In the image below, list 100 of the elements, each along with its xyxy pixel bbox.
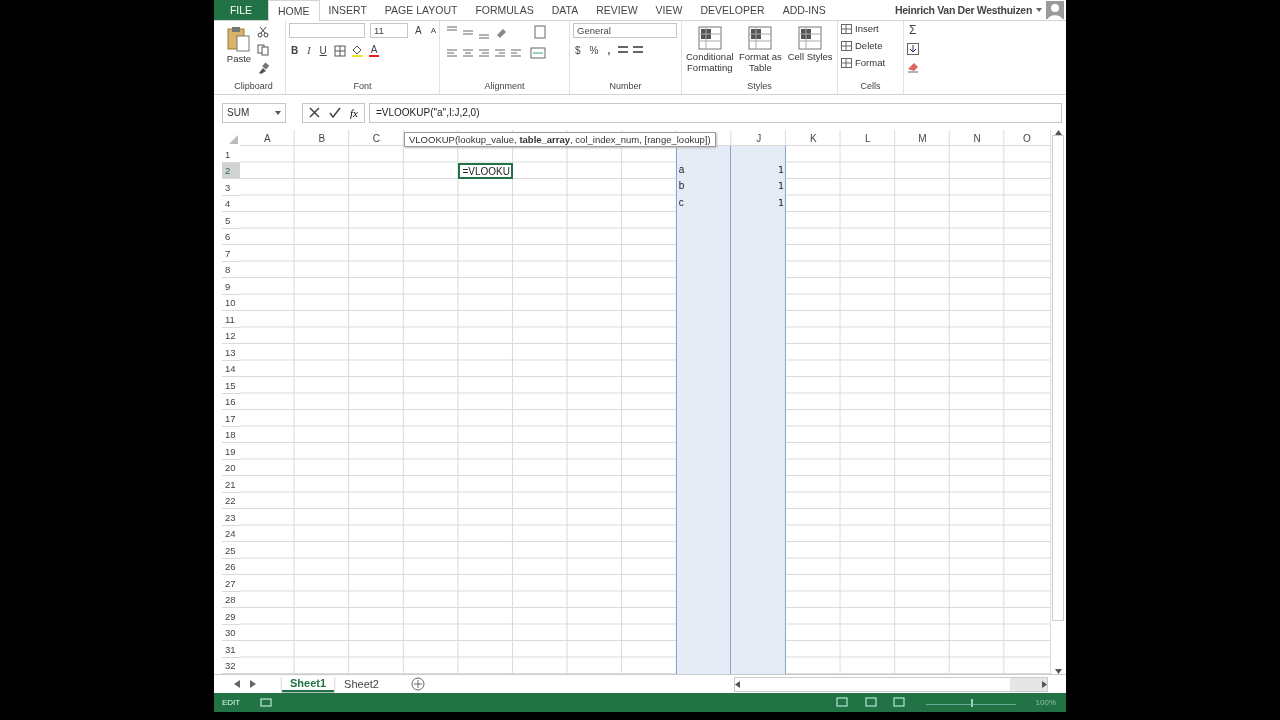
formula-field[interactable]: =VLOOKUP("a",I:J,2,0) (368, 102, 1062, 123)
horizontal-scrollbar[interactable] (734, 676, 1048, 692)
column-header[interactable]: L (840, 130, 896, 147)
row-header[interactable]: 21 (222, 476, 240, 493)
ribbon-tab[interactable]: INSERT (319, 0, 376, 20)
percent-button[interactable]: % (587, 44, 601, 56)
row-header[interactable]: 15 (222, 377, 240, 394)
row-header[interactable]: 25 (222, 542, 240, 559)
table-grid-icon (696, 25, 723, 51)
row-header[interactable]: 27 (222, 575, 240, 592)
fill-bucket-icon[interactable] (350, 44, 364, 57)
grid-icon (841, 57, 852, 68)
number-format-field[interactable]: General (573, 23, 677, 38)
column-header[interactable]: M (895, 130, 950, 147)
cancel-icon[interactable] (309, 107, 320, 119)
row-header[interactable]: 11 (222, 311, 240, 328)
bold-button[interactable]: B (289, 45, 301, 56)
file-tab[interactable]: FILE (214, 0, 268, 20)
add-sheet-icon[interactable] (410, 677, 425, 692)
row-header[interactable]: 31 (222, 641, 240, 658)
name-box[interactable]: SUM (222, 102, 286, 123)
cells-button[interactable]: Format (841, 57, 886, 68)
row-header[interactable]: 5 (222, 212, 240, 229)
font-name-field[interactable] (289, 23, 365, 38)
caret-icon[interactable] (275, 110, 281, 115)
autosum-button[interactable]: Σ (907, 23, 919, 37)
row-header[interactable]: 17 (222, 410, 240, 427)
row-header[interactable]: 9 (222, 278, 240, 295)
fill-down-icon[interactable] (907, 43, 919, 55)
column-header[interactable]: J (731, 130, 786, 147)
row-header[interactable]: 1 (222, 146, 240, 163)
macro-icon[interactable] (260, 697, 273, 708)
scroll-left-icon[interactable] (735, 680, 740, 688)
view-icons[interactable] (835, 697, 906, 708)
column-header[interactable]: B (294, 130, 350, 147)
column-header[interactable]: K (785, 130, 841, 147)
shrink-font-button[interactable]: A (428, 26, 438, 35)
style-button[interactable]: Conditional Formatting (685, 23, 735, 75)
comma-button[interactable]: , (605, 44, 613, 56)
ribbon-tab[interactable]: DATA (542, 0, 588, 20)
table-cell-text: 1 (776, 195, 785, 210)
next-sheet-icon[interactable] (250, 680, 256, 689)
ribbon-tab[interactable]: FORMULAS (466, 0, 543, 20)
active-cell[interactable]: =VLOOKU (458, 162, 513, 180)
underline-button[interactable]: U (317, 45, 329, 56)
borders-icon[interactable] (333, 44, 346, 57)
column-header[interactable]: N (949, 130, 1005, 147)
style-button[interactable]: Format as Table (736, 23, 785, 75)
column-header[interactable]: C (349, 130, 404, 147)
paste-button[interactable]: Paste (225, 23, 253, 66)
table-grid-icon (747, 25, 774, 51)
insert-function-button[interactable]: fx (350, 106, 358, 119)
row-header[interactable]: 3 (222, 179, 240, 196)
copy-icon[interactable] (257, 44, 269, 56)
table-cell-text: b (677, 179, 686, 194)
ribbon-tab[interactable]: VIEW (646, 0, 692, 20)
eraser-icon[interactable] (907, 61, 919, 73)
caret-icon (1036, 8, 1042, 12)
vertical-scrollbar[interactable] (1050, 130, 1065, 675)
grid-icon (841, 23, 852, 34)
ribbon-tab[interactable]: REVIEW (587, 0, 647, 20)
currency-button[interactable]: $ (573, 44, 583, 56)
ribbon-tab[interactable]: ADD-INS (773, 0, 835, 20)
row-header[interactable]: 7 (222, 245, 240, 262)
avatar-icon[interactable] (1046, 1, 1064, 19)
sheet-tab[interactable]: Sheet1 (282, 676, 335, 693)
zoom-slider[interactable] (925, 699, 1016, 705)
column-header[interactable]: A (240, 130, 295, 147)
group-label: Clipboard (233, 81, 274, 94)
sheet-tab[interactable]: Sheet2 (336, 677, 387, 692)
grid-icon (841, 40, 852, 51)
group-label: Font (352, 81, 373, 94)
scissors-icon[interactable] (257, 26, 269, 38)
cells-button[interactable]: Insert (841, 23, 879, 34)
brush-icon[interactable] (257, 62, 269, 74)
scroll-down-icon[interactable] (1054, 669, 1062, 675)
row-header[interactable]: 13 (222, 344, 240, 361)
font-size-field[interactable]: 11 (370, 23, 408, 38)
table-cell-text: 1 (776, 162, 785, 177)
prev-sheet-icon[interactable] (234, 680, 240, 689)
cells-button[interactable]: Delete (841, 40, 883, 51)
grow-font-button[interactable]: A (413, 25, 424, 36)
row-header[interactable]: 29 (222, 608, 240, 625)
font-color-button[interactable]: A (368, 44, 380, 57)
group-label: Cells (859, 81, 882, 94)
function-tooltip: VLOOKUP(lookup_value, table_array, col_index_num, [range_lookup]) (404, 132, 716, 148)
style-button[interactable]: Cell Styles (786, 23, 834, 64)
italic-button[interactable]: I (305, 45, 313, 56)
ribbon-tab[interactable]: PAGE LAYOUT (375, 0, 467, 20)
table-cell-text: c (677, 195, 685, 210)
scroll-right-icon[interactable] (1042, 680, 1047, 688)
ribbon-tab[interactable]: HOME (268, 0, 320, 21)
row-header[interactable]: 23 (222, 509, 240, 526)
clipboard-icon (226, 25, 252, 53)
ribbon-tab[interactable]: DEVELOPER (691, 0, 774, 20)
user-name[interactable]: Heinrich Van Der Westhuizen (895, 4, 1032, 16)
row-header[interactable]: 19 (222, 443, 240, 460)
group-label: Styles (746, 81, 773, 94)
check-icon[interactable] (329, 107, 341, 119)
column-header[interactable]: O (1004, 130, 1050, 147)
